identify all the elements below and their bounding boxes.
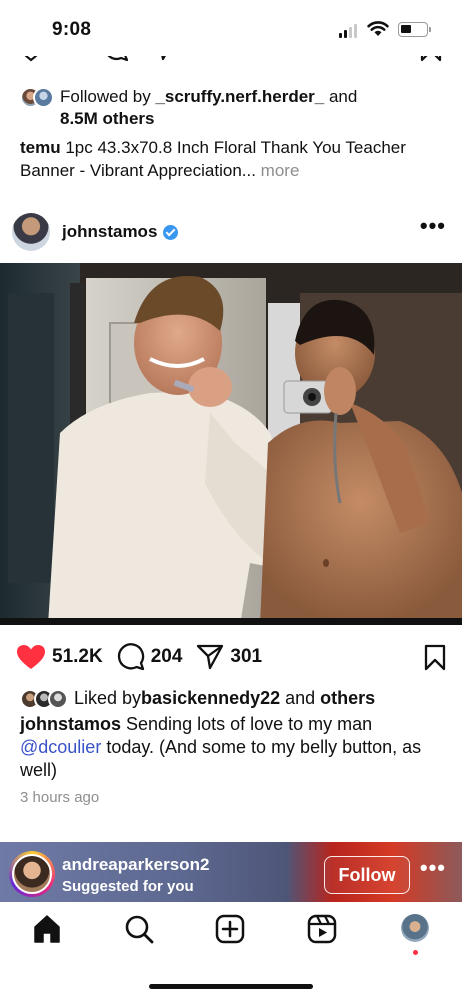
liker-avatars [20, 688, 68, 709]
suggested-username[interactable]: andreaparkerson2 [62, 855, 209, 875]
share-count[interactable]: 301 [230, 646, 262, 668]
caption-text: 1pc 43.3x70.8 Inch Floral Thank You Teac… [20, 138, 406, 180]
caption-text: Sending lots of love to my man [121, 714, 373, 734]
battery-icon [398, 22, 431, 37]
comment-icon[interactable] [117, 643, 145, 671]
like-group: 51.2K [16, 644, 103, 671]
post-username[interactable]: johnstamos [62, 222, 157, 242]
cellular-signal-icon [339, 24, 357, 38]
post-timestamp: 3 hours ago [20, 789, 100, 806]
suggested-subtitle: Suggested for you [62, 878, 194, 895]
follower-avatars [20, 87, 54, 108]
comment-group: 204 [117, 643, 183, 671]
status-bar: 9:08 [0, 0, 462, 56]
liked-by-others[interactable]: others [320, 688, 375, 709]
followed-by-and: and [324, 87, 358, 106]
liked-by-row[interactable]: Liked by basickennedy22 and others [20, 688, 375, 709]
reels-icon[interactable] [307, 914, 337, 944]
comment-count[interactable]: 204 [151, 646, 183, 668]
caption-username[interactable]: temu [20, 138, 61, 157]
search-icon[interactable] [124, 914, 154, 944]
post-caption: johnstamos Sending lots of love to my ma… [20, 713, 450, 782]
followed-by-user[interactable]: _scruffy.nerf.herder_ [155, 87, 324, 106]
like-count[interactable]: 51.2K [52, 646, 103, 668]
caption-mention-link[interactable]: @dcoulier [20, 737, 101, 757]
post-header: johnstamos ••• [12, 210, 452, 254]
status-time: 9:08 [52, 19, 92, 40]
more-link[interactable]: more [256, 161, 300, 180]
liked-by-user[interactable]: basickennedy22 [141, 688, 280, 709]
suggested-more-options-button[interactable]: ••• [420, 857, 446, 879]
followed-by-prefix: Followed by [60, 87, 156, 106]
suggested-avatar[interactable] [9, 851, 55, 897]
followed-by-others[interactable]: 8.5M others [60, 109, 154, 128]
heart-filled-icon[interactable] [16, 644, 46, 671]
verified-badge-icon [163, 224, 179, 240]
avatar[interactable] [12, 213, 50, 251]
share-group: 301 [196, 643, 262, 671]
suggested-account-card[interactable]: andreaparkerson2 Suggested for you Follo… [0, 842, 462, 902]
post-more-options-button[interactable]: ••• [420, 215, 446, 237]
caption-username[interactable]: johnstamos [20, 714, 121, 734]
liked-by-prefix: Liked by [74, 688, 142, 708]
previous-post-caption: temu 1pc 43.3x70.8 Inch Floral Thank You… [20, 136, 445, 182]
create-icon[interactable] [215, 914, 245, 944]
profile-avatar[interactable] [401, 914, 429, 942]
liked-by-and: and [280, 688, 321, 708]
share-icon[interactable] [196, 643, 224, 671]
save-icon[interactable] [424, 644, 446, 671]
followed-by-row[interactable]: Followed by _scruffy.nerf.herder_ and 8.… [20, 86, 460, 130]
home-icon[interactable] [32, 914, 62, 944]
post-photo[interactable] [0, 263, 462, 625]
wifi-icon [367, 21, 389, 36]
notification-dot [413, 950, 418, 955]
post-actions: 51.2K 204 301 [16, 640, 446, 674]
home-indicator[interactable] [149, 984, 313, 989]
follow-button[interactable]: Follow [324, 856, 410, 894]
profile-tab[interactable] [401, 914, 429, 955]
